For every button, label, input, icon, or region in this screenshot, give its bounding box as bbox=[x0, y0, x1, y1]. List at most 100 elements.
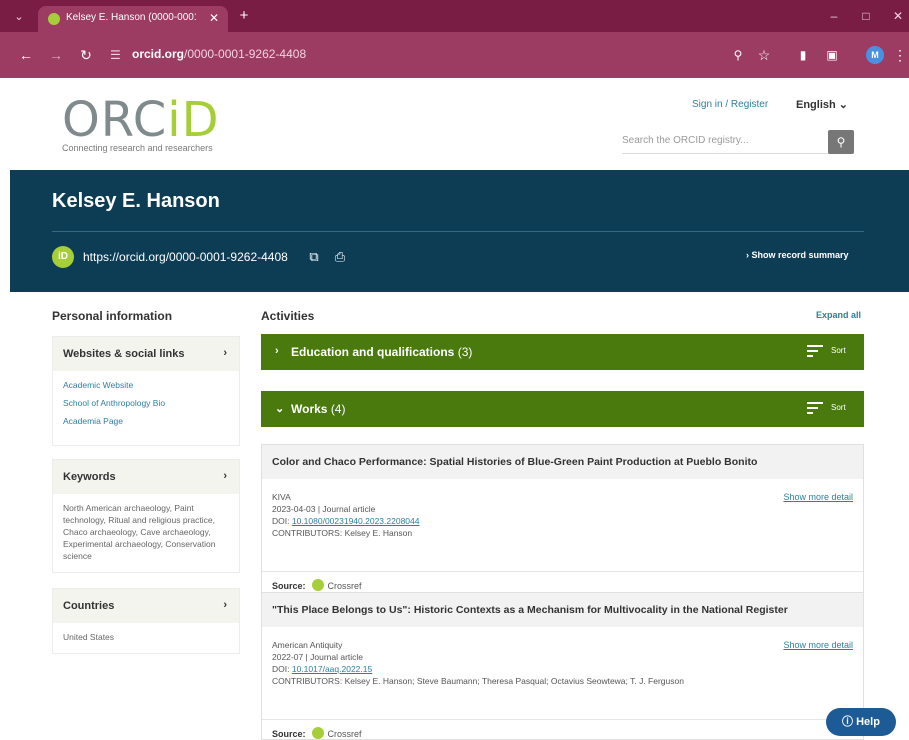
show-more-detail-link[interactable]: Show more detail bbox=[783, 639, 853, 651]
work-contributors: CONTRIBUTORS: Kelsey E. Hanson bbox=[272, 528, 413, 538]
websites-list: Academic Website School of Anthropology … bbox=[53, 371, 239, 443]
works-label: Works (4) bbox=[291, 402, 345, 416]
keywords-label: Keywords bbox=[63, 471, 116, 483]
websites-card: Websites & social links › Academic Websi… bbox=[52, 336, 240, 446]
browser-menu-icon[interactable]: ⋮ bbox=[893, 45, 907, 65]
tab-title: Kelsey E. Hanson (0000-0001-9262-4408) bbox=[66, 12, 196, 23]
url-domain: orcid.org bbox=[132, 47, 185, 61]
reading-list-icon[interactable]: ▮ bbox=[793, 45, 813, 65]
work-source: Source: Crossref bbox=[262, 719, 863, 740]
works-sort[interactable]: Sort bbox=[831, 403, 846, 412]
work-date-type: 2022-07 | Journal article bbox=[272, 652, 364, 662]
work-details: American Antiquity 2022-07 | Journal art… bbox=[262, 627, 863, 719]
extensions-icon[interactable]: ▣ bbox=[822, 45, 842, 65]
education-count: (3) bbox=[457, 345, 473, 359]
tab-close-icon[interactable]: ✕ bbox=[206, 10, 222, 26]
new-tab-icon[interactable]: + bbox=[235, 7, 253, 25]
site-settings-icon[interactable]: ☰ bbox=[110, 47, 126, 63]
doi-link[interactable]: 10.1017/aaq.2022.15 bbox=[292, 664, 372, 674]
work-contributors: CONTRIBUTORS: Kelsey E. Hanson; Steve Ba… bbox=[272, 676, 684, 686]
doi-link[interactable]: 10.1080/00231940.2023.2208044 bbox=[292, 516, 420, 526]
keywords-card: Keywords › North American archaeology, P… bbox=[52, 459, 240, 573]
expand-all-link[interactable]: Expand all bbox=[816, 310, 861, 320]
work-date-type: 2023-04-03 | Journal article bbox=[272, 504, 376, 514]
zoom-icon[interactable]: ⚲ bbox=[728, 45, 748, 65]
site-header: ORCiD Connecting research and researcher… bbox=[10, 78, 909, 170]
chevron-right-icon: › bbox=[746, 250, 749, 260]
tab-search-chevron-icon[interactable]: ⌄ bbox=[10, 8, 28, 26]
countries-text: United States bbox=[63, 632, 115, 642]
browser-toolbar: ← → ↻ ☰ orcid.org/0000-0001-9262-4408 ⚲ … bbox=[0, 32, 909, 78]
browser-tab[interactable]: Kelsey E. Hanson (0000-0001-9262-4408) ✕ bbox=[38, 6, 228, 32]
orcid-favicon-icon bbox=[48, 13, 60, 25]
banner-divider bbox=[52, 231, 864, 232]
work-details: KIVA 2023-04-03 | Journal article DOI: 1… bbox=[262, 479, 863, 571]
show-more-detail-link[interactable]: Show more detail bbox=[783, 491, 853, 503]
work-title: Color and Chaco Performance: Spatial His… bbox=[262, 445, 863, 479]
works-count: (4) bbox=[330, 402, 346, 416]
website-link[interactable]: Academic Website bbox=[63, 379, 229, 391]
reload-icon[interactable]: ↻ bbox=[76, 45, 96, 65]
search-button[interactable]: ⚲ bbox=[828, 130, 854, 154]
help-button[interactable]: ⓘ Help bbox=[826, 708, 896, 736]
website-link[interactable]: School of Anthropology Bio bbox=[63, 397, 229, 409]
activities-heading: Activities bbox=[261, 309, 315, 323]
work-journal: KIVA bbox=[272, 492, 291, 502]
doi-label: DOI: bbox=[272, 664, 290, 674]
minimize-icon[interactable]: – bbox=[826, 8, 842, 24]
education-title: Education and qualifications bbox=[291, 345, 455, 359]
works-section-bar[interactable]: ⌄ Works (4) Sort bbox=[261, 391, 864, 427]
language-select[interactable]: English ⌄ bbox=[796, 98, 848, 111]
sort-icon[interactable] bbox=[807, 345, 823, 357]
chevron-right-icon: › bbox=[275, 345, 279, 357]
source-name: Crossref bbox=[327, 729, 362, 739]
countries-label: Countries bbox=[63, 600, 115, 612]
help-label: Help bbox=[856, 716, 880, 728]
back-icon[interactable]: ← bbox=[16, 45, 36, 65]
profile-avatar[interactable]: M bbox=[866, 46, 884, 64]
show-record-summary-link[interactable]: › Show record summary bbox=[746, 250, 849, 260]
print-icon[interactable]: ⎙ bbox=[332, 249, 348, 265]
browser-tab-bar: ⌄ Kelsey E. Hanson (0000-0001-9262-4408)… bbox=[0, 0, 909, 32]
work-title: "This Place Belongs to Us": Historic Con… bbox=[262, 593, 863, 627]
forward-icon[interactable]: → bbox=[46, 45, 66, 65]
orcid-id-url[interactable]: https://orcid.org/0000-0001-9262-4408 bbox=[83, 250, 288, 264]
chevron-down-icon: ⌄ bbox=[275, 403, 285, 415]
language-label: English bbox=[796, 99, 836, 111]
chevron-right-icon: › bbox=[223, 599, 227, 611]
help-icon: ⓘ bbox=[842, 716, 854, 728]
orcid-logo[interactable]: ORCiD bbox=[62, 96, 220, 144]
education-label: Education and qualifications (3) bbox=[291, 345, 472, 359]
search-icon: ⚲ bbox=[836, 135, 846, 149]
signin-register-link[interactable]: Sign in / Register bbox=[692, 99, 768, 110]
crossref-check-icon bbox=[311, 727, 324, 739]
crossref-check-icon bbox=[311, 579, 324, 591]
sort-icon[interactable] bbox=[807, 402, 823, 414]
source-label: Source: bbox=[272, 729, 306, 739]
source-label: Source: bbox=[272, 581, 306, 591]
keywords-text: North American archaeology, Paint techno… bbox=[63, 503, 216, 561]
education-sort[interactable]: Sort bbox=[831, 346, 846, 355]
registry-search-input[interactable] bbox=[622, 128, 832, 154]
orcid-id-icon: iD bbox=[52, 246, 74, 268]
maximize-icon[interactable]: □ bbox=[858, 8, 874, 24]
copy-icon[interactable]: ⧉ bbox=[307, 249, 321, 265]
summary-link-label: Show record summary bbox=[751, 250, 849, 260]
address-bar[interactable]: orcid.org/0000-0001-9262-4408 bbox=[132, 47, 306, 61]
source-name: Crossref bbox=[327, 581, 362, 591]
keywords-header[interactable]: Keywords › bbox=[53, 460, 239, 494]
websites-label: Websites & social links bbox=[63, 348, 185, 360]
window-close-icon[interactable]: ✕ bbox=[890, 8, 906, 24]
record-banner: Kelsey E. Hanson iD https://orcid.org/00… bbox=[10, 170, 909, 292]
logo-id-text: iD bbox=[167, 92, 220, 148]
doi-label: DOI: bbox=[272, 516, 290, 526]
url-path: /0000-0001-9262-4408 bbox=[184, 47, 307, 61]
countries-header[interactable]: Countries › bbox=[53, 589, 239, 623]
website-link[interactable]: Academia Page bbox=[63, 415, 229, 427]
bookmark-star-icon[interactable]: ☆ bbox=[754, 45, 774, 65]
websites-header[interactable]: Websites & social links › bbox=[53, 337, 239, 371]
chevron-right-icon: › bbox=[223, 470, 227, 482]
tagline: Connecting research and researchers bbox=[62, 143, 213, 153]
education-section-bar[interactable]: › Education and qualifications (3) Sort bbox=[261, 334, 864, 370]
personal-information-heading: Personal information bbox=[52, 309, 173, 323]
